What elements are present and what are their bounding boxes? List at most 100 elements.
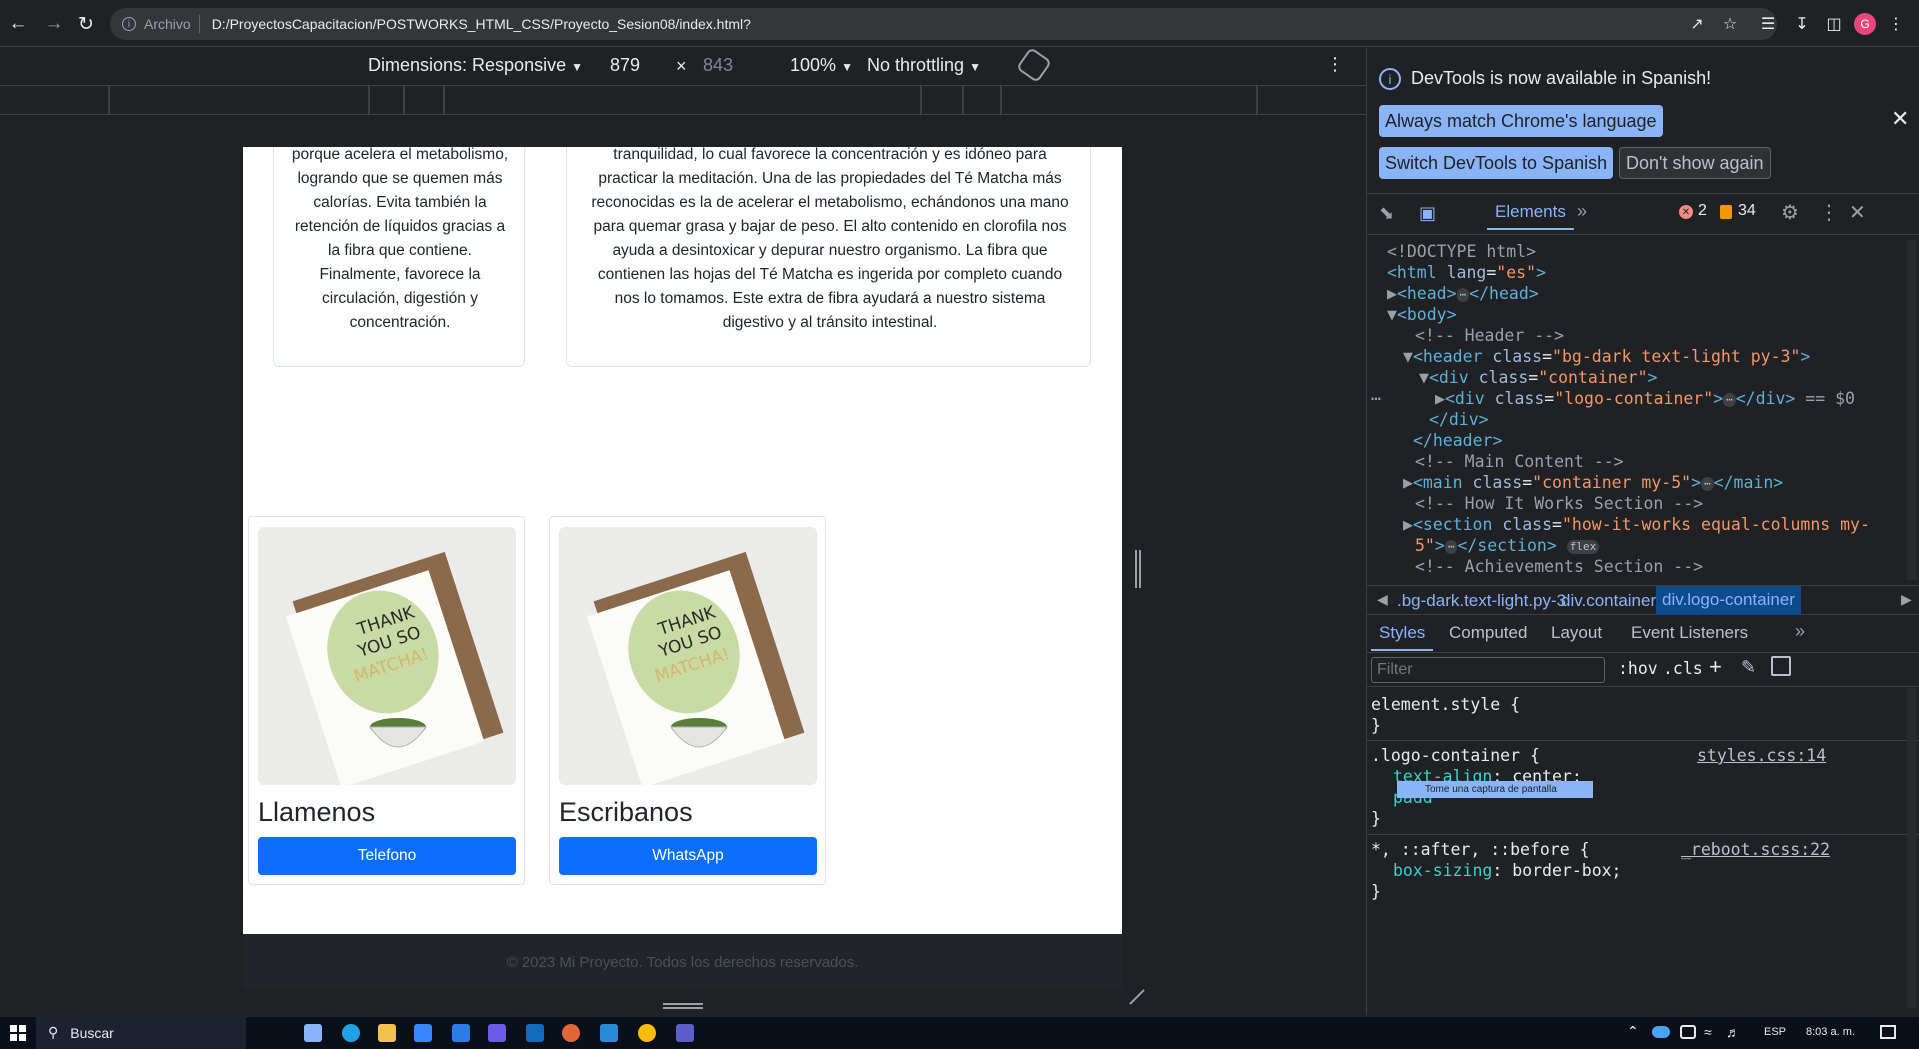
dom-main[interactable]: ▶<main class="container my-5"> ⋯ </main>: [1403, 473, 1783, 492]
dom-comment[interactable]: <!-- Main Content -->: [1415, 452, 1624, 471]
device-more-icon[interactable]: ⋮: [1326, 54, 1344, 75]
tab-elements[interactable]: Elements: [1487, 196, 1574, 230]
cls-toggle[interactable]: .cls: [1663, 659, 1703, 678]
breadcrumb-item[interactable]: .bg-dark.text-light.py-3: [1397, 591, 1566, 611]
task-view-icon[interactable]: [304, 1024, 322, 1042]
profile-avatar[interactable]: G: [1854, 13, 1876, 35]
teams-icon[interactable]: [676, 1024, 694, 1042]
inspect-icon[interactable]: ⬊: [1379, 203, 1394, 224]
logo-container-selector[interactable]: .logo-container {: [1371, 746, 1540, 765]
universal-selector[interactable]: *, ::after, ::before {: [1371, 840, 1590, 859]
phone-button[interactable]: Telefono: [258, 837, 516, 875]
source-link[interactable]: _reboot.scss:22: [1681, 840, 1830, 859]
app-icon[interactable]: [562, 1024, 580, 1042]
tab-computed[interactable]: Computed: [1449, 623, 1527, 643]
file-explorer-icon[interactable]: [378, 1024, 396, 1042]
reload-icon[interactable]: ↻: [72, 10, 100, 38]
edge-icon[interactable]: [342, 1024, 360, 1042]
clock[interactable]: 8:03 a. m.: [1806, 1026, 1855, 1038]
taskbar-search[interactable]: ⚲ Buscar: [36, 1016, 246, 1049]
volume-icon[interactable]: ♬: [1726, 1024, 1740, 1040]
tab-layout[interactable]: Layout: [1551, 623, 1602, 643]
dimensions-select[interactable]: Dimensions: Responsive ▼: [368, 55, 583, 76]
dom-comment[interactable]: <!-- Achievements Section -->: [1415, 557, 1703, 576]
error-count[interactable]: 2: [1698, 202, 1707, 220]
zoom-select[interactable]: 100% ▼: [790, 55, 853, 76]
dom-scrollbar[interactable]: [1907, 240, 1917, 580]
add-rule-icon[interactable]: +: [1709, 654, 1722, 680]
wifi-icon[interactable]: ≈: [1704, 1024, 1712, 1040]
language-indicator[interactable]: ESP: [1764, 1026, 1786, 1038]
ruler-divider: [108, 86, 110, 114]
url-text[interactable]: D:/ProyectosCapacitacion/POSTWORKS_HTML_…: [212, 16, 751, 32]
more-tabs-icon[interactable]: »: [1577, 201, 1587, 222]
device-toggle-icon[interactable]: ▣: [1419, 203, 1436, 224]
onedrive-icon[interactable]: [1652, 1026, 1670, 1038]
dom-section-cont[interactable]: 5"> ⋯ </section> flex: [1415, 536, 1600, 555]
sidebar-toggle-icon[interactable]: [1771, 656, 1791, 676]
forward-icon[interactable]: →: [40, 10, 68, 38]
dom-body[interactable]: ▼<body>: [1387, 305, 1457, 324]
hov-toggle[interactable]: :hov: [1618, 659, 1658, 678]
switch-spanish-button[interactable]: Switch DevTools to Spanish: [1379, 147, 1614, 179]
store-icon[interactable]: [414, 1024, 432, 1042]
width-input[interactable]: 879: [610, 55, 640, 76]
dom-container[interactable]: ▼<div class="container">: [1419, 368, 1657, 387]
bookmark-star-icon[interactable]: ☆: [1718, 12, 1742, 36]
app-icon[interactable]: [488, 1024, 506, 1042]
media-icon[interactable]: ☰: [1756, 12, 1780, 36]
resize-handle-right[interactable]: [1135, 550, 1141, 588]
menu-kebab-icon[interactable]: ⋮: [1884, 12, 1908, 36]
dom-header-close[interactable]: </header>: [1413, 431, 1502, 450]
styles-scrollbar[interactable]: [1907, 688, 1917, 1008]
height-input[interactable]: 843: [703, 55, 733, 76]
dom-logo-container[interactable]: ▶<div class="logo-container"> ⋯ </div> == …: [1435, 389, 1855, 408]
close-devtools-icon[interactable]: ✕: [1849, 200, 1866, 225]
dom-header[interactable]: ▼<header class="bg-dark text-light py-3"…: [1403, 347, 1810, 366]
chrome-icon[interactable]: [638, 1024, 656, 1042]
scroll-left-icon[interactable]: ◀: [1377, 591, 1388, 608]
always-match-button[interactable]: Always match Chrome's language: [1379, 105, 1663, 137]
dom-html[interactable]: <html lang="es">: [1387, 263, 1546, 282]
gear-icon[interactable]: ⚙: [1781, 200, 1799, 225]
whatsapp-button[interactable]: WhatsApp: [559, 837, 817, 875]
throttling-select[interactable]: No throttling ▼: [867, 55, 981, 76]
share-icon[interactable]: ↗: [1685, 12, 1709, 36]
tray-app-icon[interactable]: [1680, 1025, 1696, 1039]
info-icon[interactable]: i: [122, 17, 136, 31]
element-style-selector[interactable]: element.style {: [1371, 695, 1520, 714]
resize-handle-bottom[interactable]: [663, 1003, 703, 1009]
vscode-icon[interactable]: [600, 1024, 618, 1042]
mail-icon[interactable]: [452, 1024, 470, 1042]
more-tabs-icon[interactable]: »: [1795, 621, 1805, 642]
dom-div-close[interactable]: </div>: [1429, 410, 1489, 429]
dom-head[interactable]: ▶<head> ⋯ </head>: [1387, 284, 1539, 303]
close-icon[interactable]: ✕: [1891, 106, 1909, 132]
dom-doctype[interactable]: <!DOCTYPE html>: [1387, 242, 1536, 261]
address-bar[interactable]: i Archivo D:/ProyectosCapacitacion/POSTW…: [110, 8, 1777, 40]
dom-section[interactable]: ▶<section class="how-it-works equal-colu…: [1403, 515, 1870, 534]
outlook-icon[interactable]: [526, 1024, 544, 1042]
download-icon[interactable]: ↧: [1790, 12, 1814, 36]
back-icon[interactable]: ←: [4, 10, 32, 38]
warning-count[interactable]: 34: [1738, 202, 1756, 220]
dom-comment[interactable]: <!-- Header -->: [1415, 326, 1564, 345]
tab-styles[interactable]: Styles: [1371, 617, 1434, 651]
side-panel-icon[interactable]: ◫: [1822, 12, 1846, 36]
dont-show-button[interactable]: Don't show again: [1619, 147, 1771, 179]
tab-event-listeners[interactable]: Event Listeners: [1631, 623, 1748, 643]
breadcrumb-item[interactable]: div.container: [1561, 591, 1656, 611]
notifications-icon[interactable]: [1880, 1025, 1896, 1039]
breadcrumb-item-active[interactable]: div.logo-container: [1656, 586, 1801, 615]
contact-title: Llamenos: [258, 797, 376, 827]
styles-filter-input[interactable]: [1371, 657, 1605, 683]
css-declaration[interactable]: box-sizing: border-box;: [1393, 861, 1622, 880]
scroll-right-icon[interactable]: ▶: [1901, 591, 1912, 608]
dom-comment[interactable]: <!-- How It Works Section -->: [1415, 494, 1703, 513]
windows-start-icon[interactable]: [10, 1025, 26, 1041]
source-link[interactable]: styles.css:14: [1697, 746, 1826, 765]
kebab-menu-icon[interactable]: ⋮: [1819, 200, 1839, 225]
ellipsis-icon[interactable]: ⋯: [1371, 389, 1381, 408]
tray-chevron-icon[interactable]: ⌃: [1627, 1023, 1639, 1040]
paint-brush-icon[interactable]: ✎: [1741, 657, 1756, 678]
